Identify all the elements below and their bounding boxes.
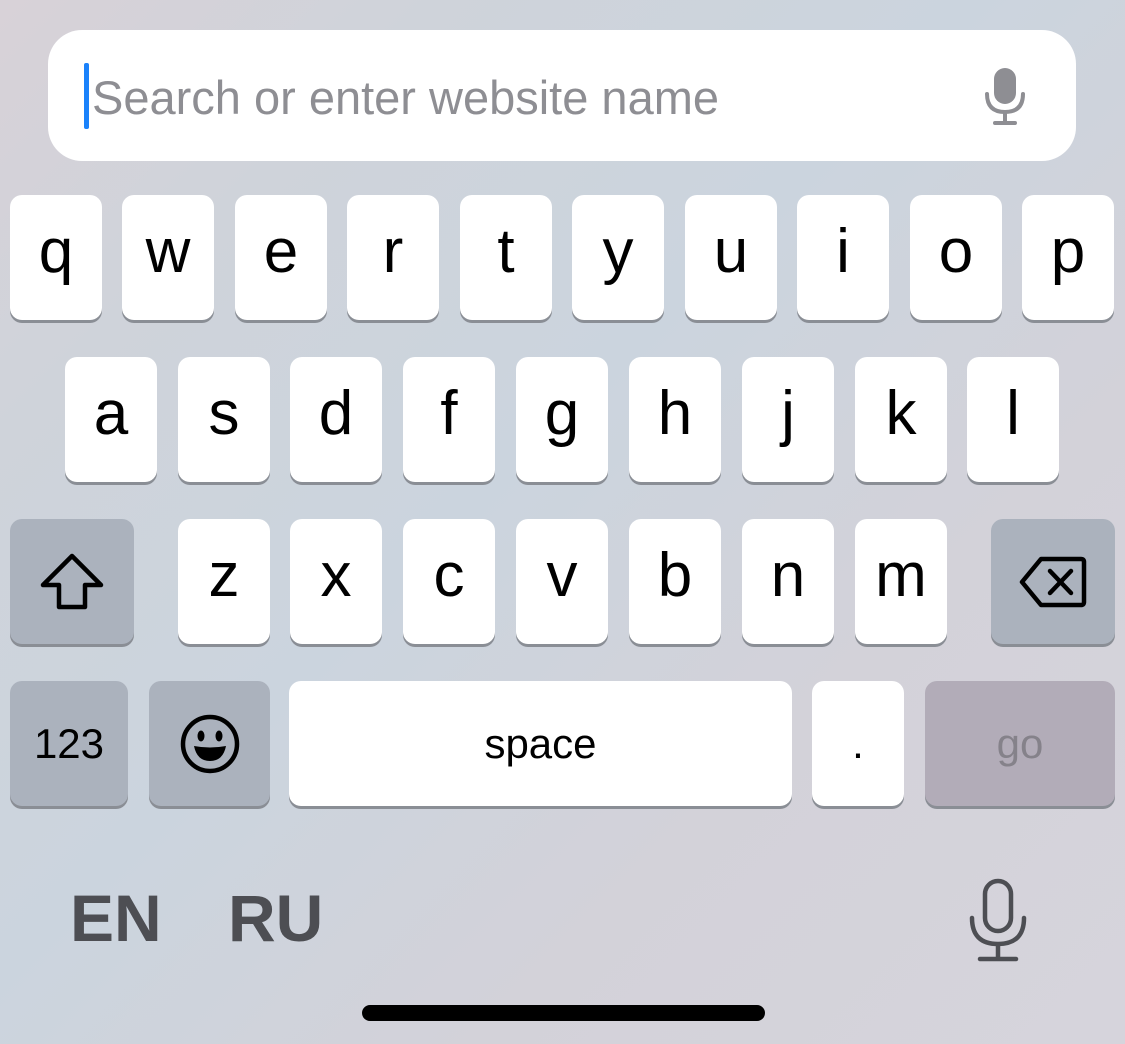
key-label: w <box>145 217 191 286</box>
key-label: s <box>208 379 240 448</box>
dictation-microphone-icon[interactable] <box>968 878 1028 964</box>
key-label: r <box>382 217 404 286</box>
emoji-icon <box>180 714 239 773</box>
key-l[interactable]: l <box>967 357 1059 482</box>
key-label: e <box>263 217 299 286</box>
key-p[interactable]: p <box>1022 195 1114 320</box>
key-w[interactable]: w <box>122 195 214 320</box>
key-label: c <box>433 541 465 610</box>
key-k[interactable]: k <box>855 357 947 482</box>
key-f[interactable]: f <box>403 357 495 482</box>
key-h[interactable]: h <box>629 357 721 482</box>
key-label: q <box>38 217 74 286</box>
shift-key[interactable] <box>10 519 134 644</box>
key-label: y <box>602 217 634 286</box>
delete-icon <box>1019 556 1087 607</box>
key-label: go <box>996 719 1044 767</box>
key-label: n <box>770 541 806 610</box>
key-label: f <box>440 379 458 448</box>
key-s[interactable]: s <box>178 357 270 482</box>
key-label: 123 <box>33 719 105 767</box>
key-label: h <box>657 379 693 448</box>
key-label: x <box>320 541 352 610</box>
microphone-icon[interactable] <box>983 66 1027 126</box>
key-label: v <box>546 541 578 610</box>
key-c[interactable]: c <box>403 519 495 644</box>
period-key[interactable]: . <box>812 681 904 806</box>
delete-key[interactable] <box>991 519 1115 644</box>
key-label: t <box>497 217 515 286</box>
language-ru[interactable]: RU <box>228 880 323 956</box>
key-a[interactable]: a <box>65 357 157 482</box>
go-key[interactable]: go <box>925 681 1115 806</box>
key-v[interactable]: v <box>516 519 608 644</box>
key-x[interactable]: x <box>290 519 382 644</box>
key-label: u <box>713 217 749 286</box>
key-d[interactable]: d <box>290 357 382 482</box>
emoji-key[interactable] <box>149 681 270 806</box>
key-label: a <box>93 379 129 448</box>
key-z[interactable]: z <box>178 519 270 644</box>
key-j[interactable]: j <box>742 357 834 482</box>
key-label: j <box>781 379 795 448</box>
home-indicator[interactable] <box>362 1005 765 1021</box>
key-label: space <box>484 719 597 767</box>
key-e[interactable]: e <box>235 195 327 320</box>
key-q[interactable]: q <box>10 195 102 320</box>
key-r[interactable]: r <box>347 195 439 320</box>
shift-icon <box>40 553 104 609</box>
search-input[interactable] <box>92 58 952 136</box>
key-label: . <box>852 719 864 767</box>
key-label: z <box>208 541 240 610</box>
key-i[interactable]: i <box>797 195 889 320</box>
key-label: m <box>875 541 927 610</box>
space-key[interactable]: space <box>289 681 792 806</box>
key-m[interactable]: m <box>855 519 947 644</box>
key-label: b <box>657 541 693 610</box>
key-label: k <box>885 379 917 448</box>
key-g[interactable]: g <box>516 357 608 482</box>
numbers-key[interactable]: 123 <box>10 681 128 806</box>
key-n[interactable]: n <box>742 519 834 644</box>
key-label: d <box>318 379 354 448</box>
key-y[interactable]: y <box>572 195 664 320</box>
language-en[interactable]: EN <box>70 880 162 956</box>
key-label: o <box>938 217 974 286</box>
key-label: p <box>1050 217 1086 286</box>
key-label: g <box>544 379 580 448</box>
key-label: l <box>1006 379 1020 448</box>
key-label: i <box>836 217 850 286</box>
key-b[interactable]: b <box>629 519 721 644</box>
text-caret <box>84 63 89 129</box>
key-u[interactable]: u <box>685 195 777 320</box>
key-o[interactable]: o <box>910 195 1002 320</box>
key-t[interactable]: t <box>460 195 552 320</box>
